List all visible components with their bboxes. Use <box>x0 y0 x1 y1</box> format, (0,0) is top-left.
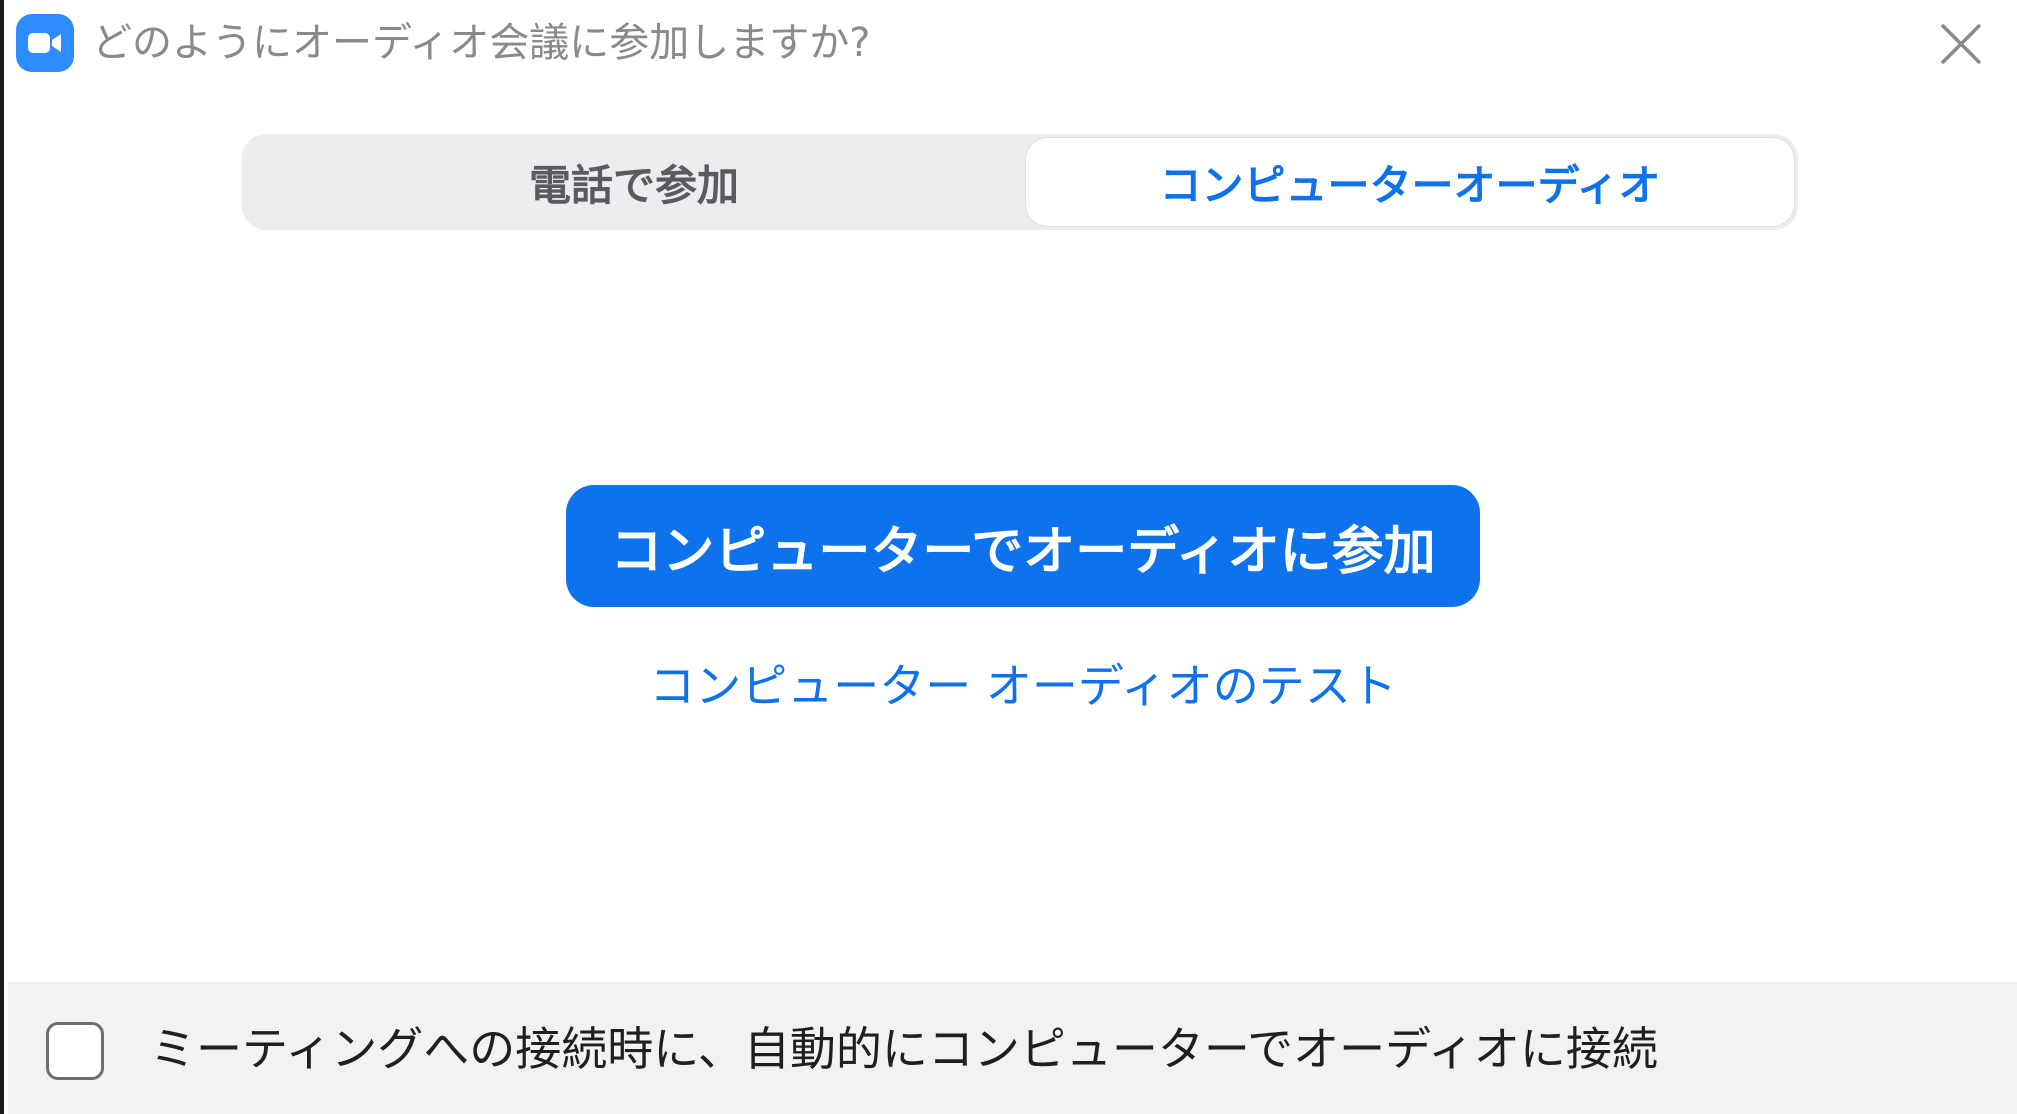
title-bar: どのようにオーディオ会議に参加しますか? <box>4 0 2017 90</box>
tab-phone-call[interactable]: 電話で参加 <box>246 138 1022 226</box>
auto-connect-checkbox[interactable] <box>46 1022 104 1080</box>
audio-join-dialog: どのようにオーディオ会議に参加しますか? 電話で参加 コンピューターオーディオ … <box>0 0 2017 1114</box>
join-with-computer-audio-button[interactable]: コンピューターでオーディオに参加 <box>566 485 1480 607</box>
tab-computer-audio[interactable]: コンピューターオーディオ <box>1026 138 1794 226</box>
close-icon <box>1941 24 1981 64</box>
test-computer-audio-link[interactable]: コンピューター オーディオのテスト <box>566 650 1480 716</box>
audio-mode-tabs: 電話で参加 コンピューターオーディオ <box>242 134 1798 230</box>
dialog-title: どのようにオーディオ会議に参加しますか? <box>92 20 871 66</box>
video-camera-icon <box>16 14 74 72</box>
close-button[interactable] <box>1933 16 1989 72</box>
auto-connect-label[interactable]: ミーティングへの接続時に、自動的にコンピューターでオーディオに接続 <box>150 1018 1658 1080</box>
footer-bar: ミーティングへの接続時に、自動的にコンピューターでオーディオに接続 <box>8 982 2017 1114</box>
